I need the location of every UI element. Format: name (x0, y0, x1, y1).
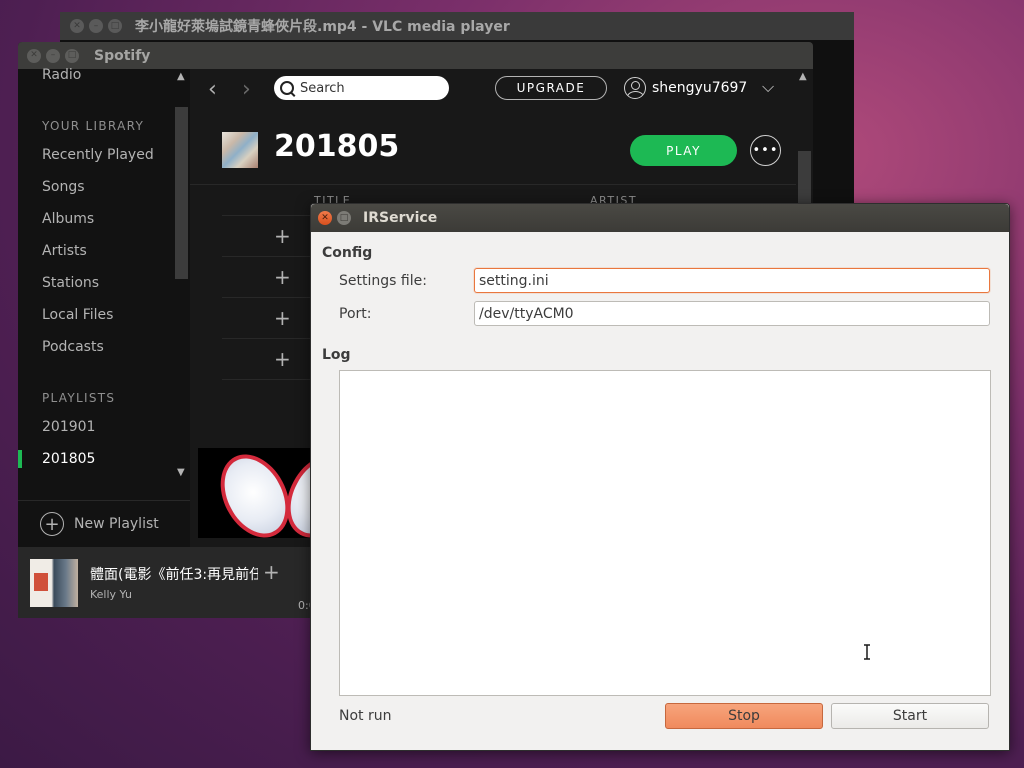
spotify-maximize-button[interactable]: □ (65, 48, 79, 63)
log-textarea[interactable] (339, 370, 991, 696)
track-title[interactable]: 體面(電影《前任3:再見前任》插曲) (90, 564, 258, 584)
header-divider (190, 184, 796, 185)
add-track-icon[interactable]: + (274, 347, 291, 371)
start-button[interactable]: Start (831, 703, 989, 729)
irservice-window-title: IRService (363, 210, 438, 226)
search-input[interactable] (300, 80, 440, 96)
log-heading: Log (322, 347, 351, 363)
status-text: Not run (339, 708, 392, 724)
settings-file-label: Settings file: (339, 273, 427, 289)
sidebar-item-stations[interactable]: Stations (42, 275, 99, 291)
add-track-icon[interactable]: + (274, 224, 291, 248)
playlist-title: 201805 (274, 129, 400, 164)
sidebar-item-songs[interactable]: Songs (42, 179, 85, 195)
irservice-titlebar[interactable]: ✕ □ IRService (311, 204, 1009, 232)
user-profile[interactable]: shengyu7697 (624, 77, 747, 99)
playlist-cover (222, 132, 258, 168)
active-playlist-indicator (18, 450, 22, 468)
add-track-icon[interactable]: + (274, 265, 291, 289)
sidebar-item-local-files[interactable]: Local Files (42, 307, 113, 323)
spotify-window-title: Spotify (94, 47, 151, 64)
sidebar-playlist-201901[interactable]: 201901 (42, 419, 95, 435)
track-artist[interactable]: Kelly Yu (90, 588, 132, 601)
now-playing-artwork[interactable] (198, 448, 318, 538)
spotify-close-button[interactable]: ✕ (27, 48, 41, 63)
album-thumbnail[interactable] (30, 559, 78, 607)
spotify-titlebar[interactable]: ✕ – □ Spotify (18, 42, 813, 69)
vlc-close-button[interactable]: ✕ (70, 19, 84, 33)
sidebar-item-recently-played[interactable]: Recently Played (42, 147, 154, 163)
username: shengyu7697 (652, 80, 748, 96)
user-icon (624, 77, 646, 99)
sidebar-playlist-201805[interactable]: 201805 (42, 451, 95, 467)
plus-circle-icon: + (40, 512, 64, 536)
library-heading: YOUR LIBRARY (42, 119, 145, 133)
sidebar-item-albums[interactable]: Albums (42, 211, 94, 227)
vlc-minimize-button[interactable]: – (89, 19, 103, 33)
spotify-sidebar: Radio YOUR LIBRARY Recently Played Songs… (18, 67, 190, 547)
scroll-up-icon[interactable]: ▲ (799, 71, 807, 82)
back-arrow-icon[interactable]: ‹ (208, 77, 217, 102)
chevron-down-icon[interactable]: ⌵ (762, 77, 774, 97)
config-heading: Config (322, 245, 373, 261)
vlc-titlebar[interactable]: ✕ – □ 李小龍好萊塢試鏡青蜂俠片段.mp4 - VLC media play… (60, 12, 854, 40)
scroll-up-icon[interactable]: ▲ (177, 71, 185, 82)
sidebar-scrollbar[interactable]: ▲ ▼ (173, 69, 190, 481)
stop-button[interactable]: Stop (665, 703, 823, 729)
irservice-close-button[interactable]: ✕ (318, 211, 332, 225)
sidebar-item-radio[interactable]: Radio (42, 67, 81, 83)
new-playlist-button[interactable]: + New Playlist (18, 500, 190, 547)
text-cursor-icon (864, 644, 870, 660)
play-button[interactable]: PLAY (630, 135, 737, 166)
sidebar-item-podcasts[interactable]: Podcasts (42, 339, 104, 355)
scroll-down-icon[interactable]: ▼ (177, 467, 185, 478)
add-track-icon[interactable]: + (274, 306, 291, 330)
settings-file-input[interactable] (474, 268, 990, 293)
more-options-button[interactable]: ••• (750, 135, 781, 166)
spotify-minimize-button[interactable]: – (46, 48, 60, 63)
vlc-window-title: 李小龍好萊塢試鏡青蜂俠片段.mp4 - VLC media player (135, 19, 510, 35)
port-label: Port: (339, 306, 372, 322)
sidebar-scroll-thumb[interactable] (175, 107, 188, 279)
playlists-heading: PLAYLISTS (42, 391, 116, 405)
port-input[interactable] (474, 301, 990, 326)
save-track-icon[interactable]: + (263, 560, 280, 584)
upgrade-button[interactable]: UPGRADE (495, 76, 607, 100)
search-icon (280, 81, 294, 95)
sidebar-item-artists[interactable]: Artists (42, 243, 87, 259)
search-box[interactable] (274, 76, 449, 100)
new-playlist-label: New Playlist (74, 516, 159, 532)
irservice-maximize-button[interactable]: □ (337, 211, 351, 225)
forward-arrow-icon[interactable]: › (242, 77, 251, 102)
vlc-maximize-button[interactable]: □ (108, 19, 122, 33)
irservice-window: ✕ □ IRService Config Settings file: Port… (310, 203, 1010, 751)
